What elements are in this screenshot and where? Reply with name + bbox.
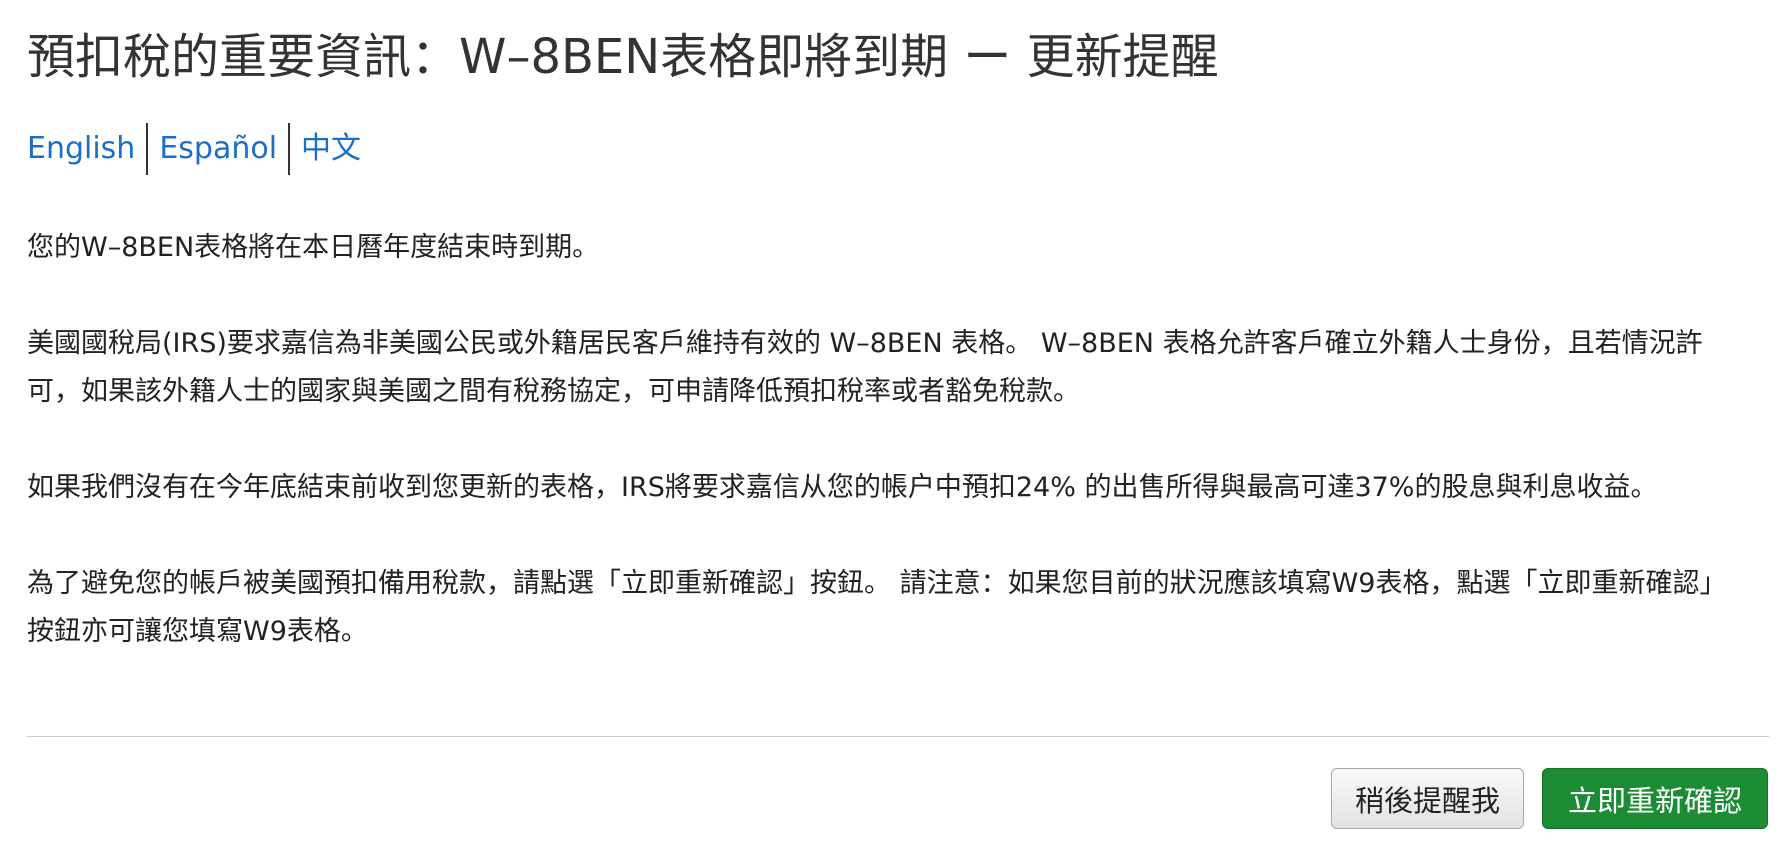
language-link-chinese[interactable]: 中文 xyxy=(301,129,361,169)
divider xyxy=(27,736,1769,737)
language-link-english[interactable]: English xyxy=(27,129,135,169)
page-title: 預扣稅的重要資訊：W–8BEN表格即將到期 ー 更新提醒 xyxy=(27,29,1219,85)
language-separator xyxy=(288,123,291,175)
remind-later-button[interactable]: 稍後提醒我 xyxy=(1331,768,1524,829)
recertify-now-button[interactable]: 立即重新確認 xyxy=(1542,768,1768,829)
language-selector: English Español 中文 xyxy=(27,122,1753,176)
irs-requirement-paragraph: 美國國稅局(IRS)要求嘉信為非美國公民或外籍居民客戶維持有效的 W–8BEN … xyxy=(27,328,1703,407)
withholding-warning-paragraph: 如果我們沒有在今年底結束前收到您更新的表格，IRS將要求嘉信从您的帳户中預扣24… xyxy=(27,472,1658,503)
language-link-spanish[interactable]: Español xyxy=(159,129,277,169)
w8ben-reminder-page: 預扣稅的重要資訊：W–8BEN表格即將到期 ー 更新提醒 English Esp… xyxy=(0,0,1780,856)
language-separator xyxy=(146,123,149,175)
expiry-notice-paragraph: 您的W–8BEN表格將在本日曆年度結束時到期。 xyxy=(27,232,600,263)
recertify-instructions-paragraph: 為了避免您的帳戶被美國預扣備用稅款，請點選「立即重新確認」按鈕。 請注意：如果您… xyxy=(27,568,1727,647)
